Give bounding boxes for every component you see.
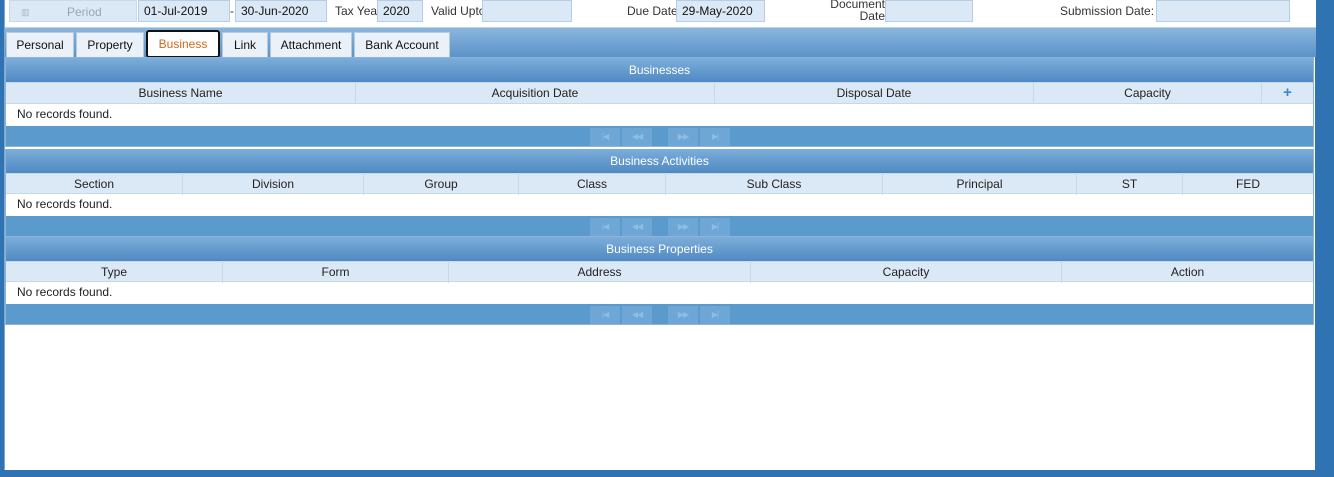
next-page-icon[interactable]: ▶▶ <box>668 128 698 146</box>
valid-upto-field[interactable] <box>482 0 572 22</box>
activities-panel: Business Activities Section Division Gro… <box>5 149 1314 237</box>
first-page-icon[interactable]: |◀ <box>590 128 620 146</box>
tab-bar: Personal Property Business Link Attachme… <box>5 27 1316 58</box>
period-label: Period <box>67 5 102 19</box>
col-capacity[interactable]: Capacity <box>751 262 1062 283</box>
businesses-panel: Businesses Business Name Acquisition Dat… <box>5 57 1314 147</box>
col-sub-class[interactable]: Sub Class <box>666 174 883 195</box>
tab-attachment[interactable]: Attachment <box>270 32 352 58</box>
last-page-icon[interactable]: ▶| <box>700 128 730 146</box>
prev-page-icon[interactable]: ◀◀ <box>622 218 652 236</box>
first-page-icon[interactable]: |◀ <box>590 218 620 236</box>
properties-table-header: Type Form Address Capacity Action <box>6 261 1313 283</box>
col-principal[interactable]: Principal <box>883 174 1077 195</box>
last-page-icon[interactable]: ▶| <box>700 218 730 236</box>
activities-paginator: |◀ ◀◀ ▶▶ ▶| <box>6 216 1313 236</box>
col-address[interactable]: Address <box>449 262 751 283</box>
period-to-field[interactable]: 30-Jun-2020 <box>235 0 327 22</box>
col-form[interactable]: Form <box>223 262 449 283</box>
tab-property[interactable]: Property <box>76 32 144 58</box>
tab-business[interactable]: Business <box>146 30 220 58</box>
document-date-label-line2: Date <box>859 9 885 23</box>
activities-title: Business Activities <box>6 149 1313 173</box>
col-class[interactable]: Class <box>519 174 666 195</box>
col-type[interactable]: Type <box>6 262 223 283</box>
submission-date-field[interactable] <box>1156 0 1290 22</box>
document-date-field[interactable] <box>885 0 973 22</box>
return-header: ▥ Period 01-Jul-2019 - 30-Jun-2020 Tax Y… <box>5 0 1316 27</box>
col-acquisition-date[interactable]: Acquisition Date <box>356 83 715 104</box>
valid-upto-label: Valid Upto <box>431 4 486 18</box>
document-date-label: Document Date <box>815 0 885 22</box>
properties-empty-row: No records found. <box>6 282 1313 304</box>
period-field: ▥ Period <box>9 0 137 22</box>
col-section[interactable]: Section <box>6 174 183 195</box>
due-date-label: Due Date <box>627 4 678 18</box>
submission-date-label: Submission Date: * <box>1060 4 1163 18</box>
add-business-icon[interactable]: + <box>1262 83 1313 104</box>
due-date-field[interactable]: 29-May-2020 <box>676 0 765 22</box>
col-capacity[interactable]: Capacity <box>1034 83 1262 104</box>
activities-table-header: Section Division Group Class Sub Class P… <box>6 173 1313 195</box>
calendar-icon: ▥ <box>21 7 30 17</box>
businesses-empty-row: No records found. <box>6 104 1313 126</box>
col-group[interactable]: Group <box>364 174 519 195</box>
col-st[interactable]: ST <box>1077 174 1183 195</box>
main-page: ▥ Period 01-Jul-2019 - 30-Jun-2020 Tax Y… <box>4 0 1316 470</box>
properties-paginator: |◀ ◀◀ ▶▶ ▶| <box>6 304 1313 324</box>
activities-empty-row: No records found. <box>6 194 1313 216</box>
businesses-table-header: Business Name Acquisition Date Disposal … <box>6 82 1313 104</box>
businesses-title: Businesses <box>6 58 1313 82</box>
col-business-name[interactable]: Business Name <box>6 83 356 104</box>
col-action[interactable]: Action <box>1062 262 1313 283</box>
next-page-icon[interactable]: ▶▶ <box>668 306 698 324</box>
tab-personal[interactable]: Personal <box>6 32 74 58</box>
first-page-icon[interactable]: |◀ <box>590 306 620 324</box>
prev-page-icon[interactable]: ◀◀ <box>622 306 652 324</box>
tab-bank-account[interactable]: Bank Account <box>354 32 450 58</box>
col-fed[interactable]: FED <box>1183 174 1313 195</box>
col-division[interactable]: Division <box>183 174 364 195</box>
properties-panel: Business Properties Type Form Address Ca… <box>5 237 1314 325</box>
tax-year-label: Tax Year <box>335 4 382 18</box>
tab-link[interactable]: Link <box>222 32 268 58</box>
col-disposal-date[interactable]: Disposal Date <box>715 83 1034 104</box>
next-page-icon[interactable]: ▶▶ <box>668 218 698 236</box>
businesses-paginator: |◀ ◀◀ ▶▶ ▶| <box>6 126 1313 146</box>
prev-page-icon[interactable]: ◀◀ <box>622 128 652 146</box>
last-page-icon[interactable]: ▶| <box>700 306 730 324</box>
properties-title: Business Properties <box>6 237 1313 261</box>
tax-year-field[interactable]: 2020 <box>377 0 423 22</box>
period-separator: - <box>230 4 234 18</box>
period-from-field[interactable]: 01-Jul-2019 <box>138 0 230 22</box>
